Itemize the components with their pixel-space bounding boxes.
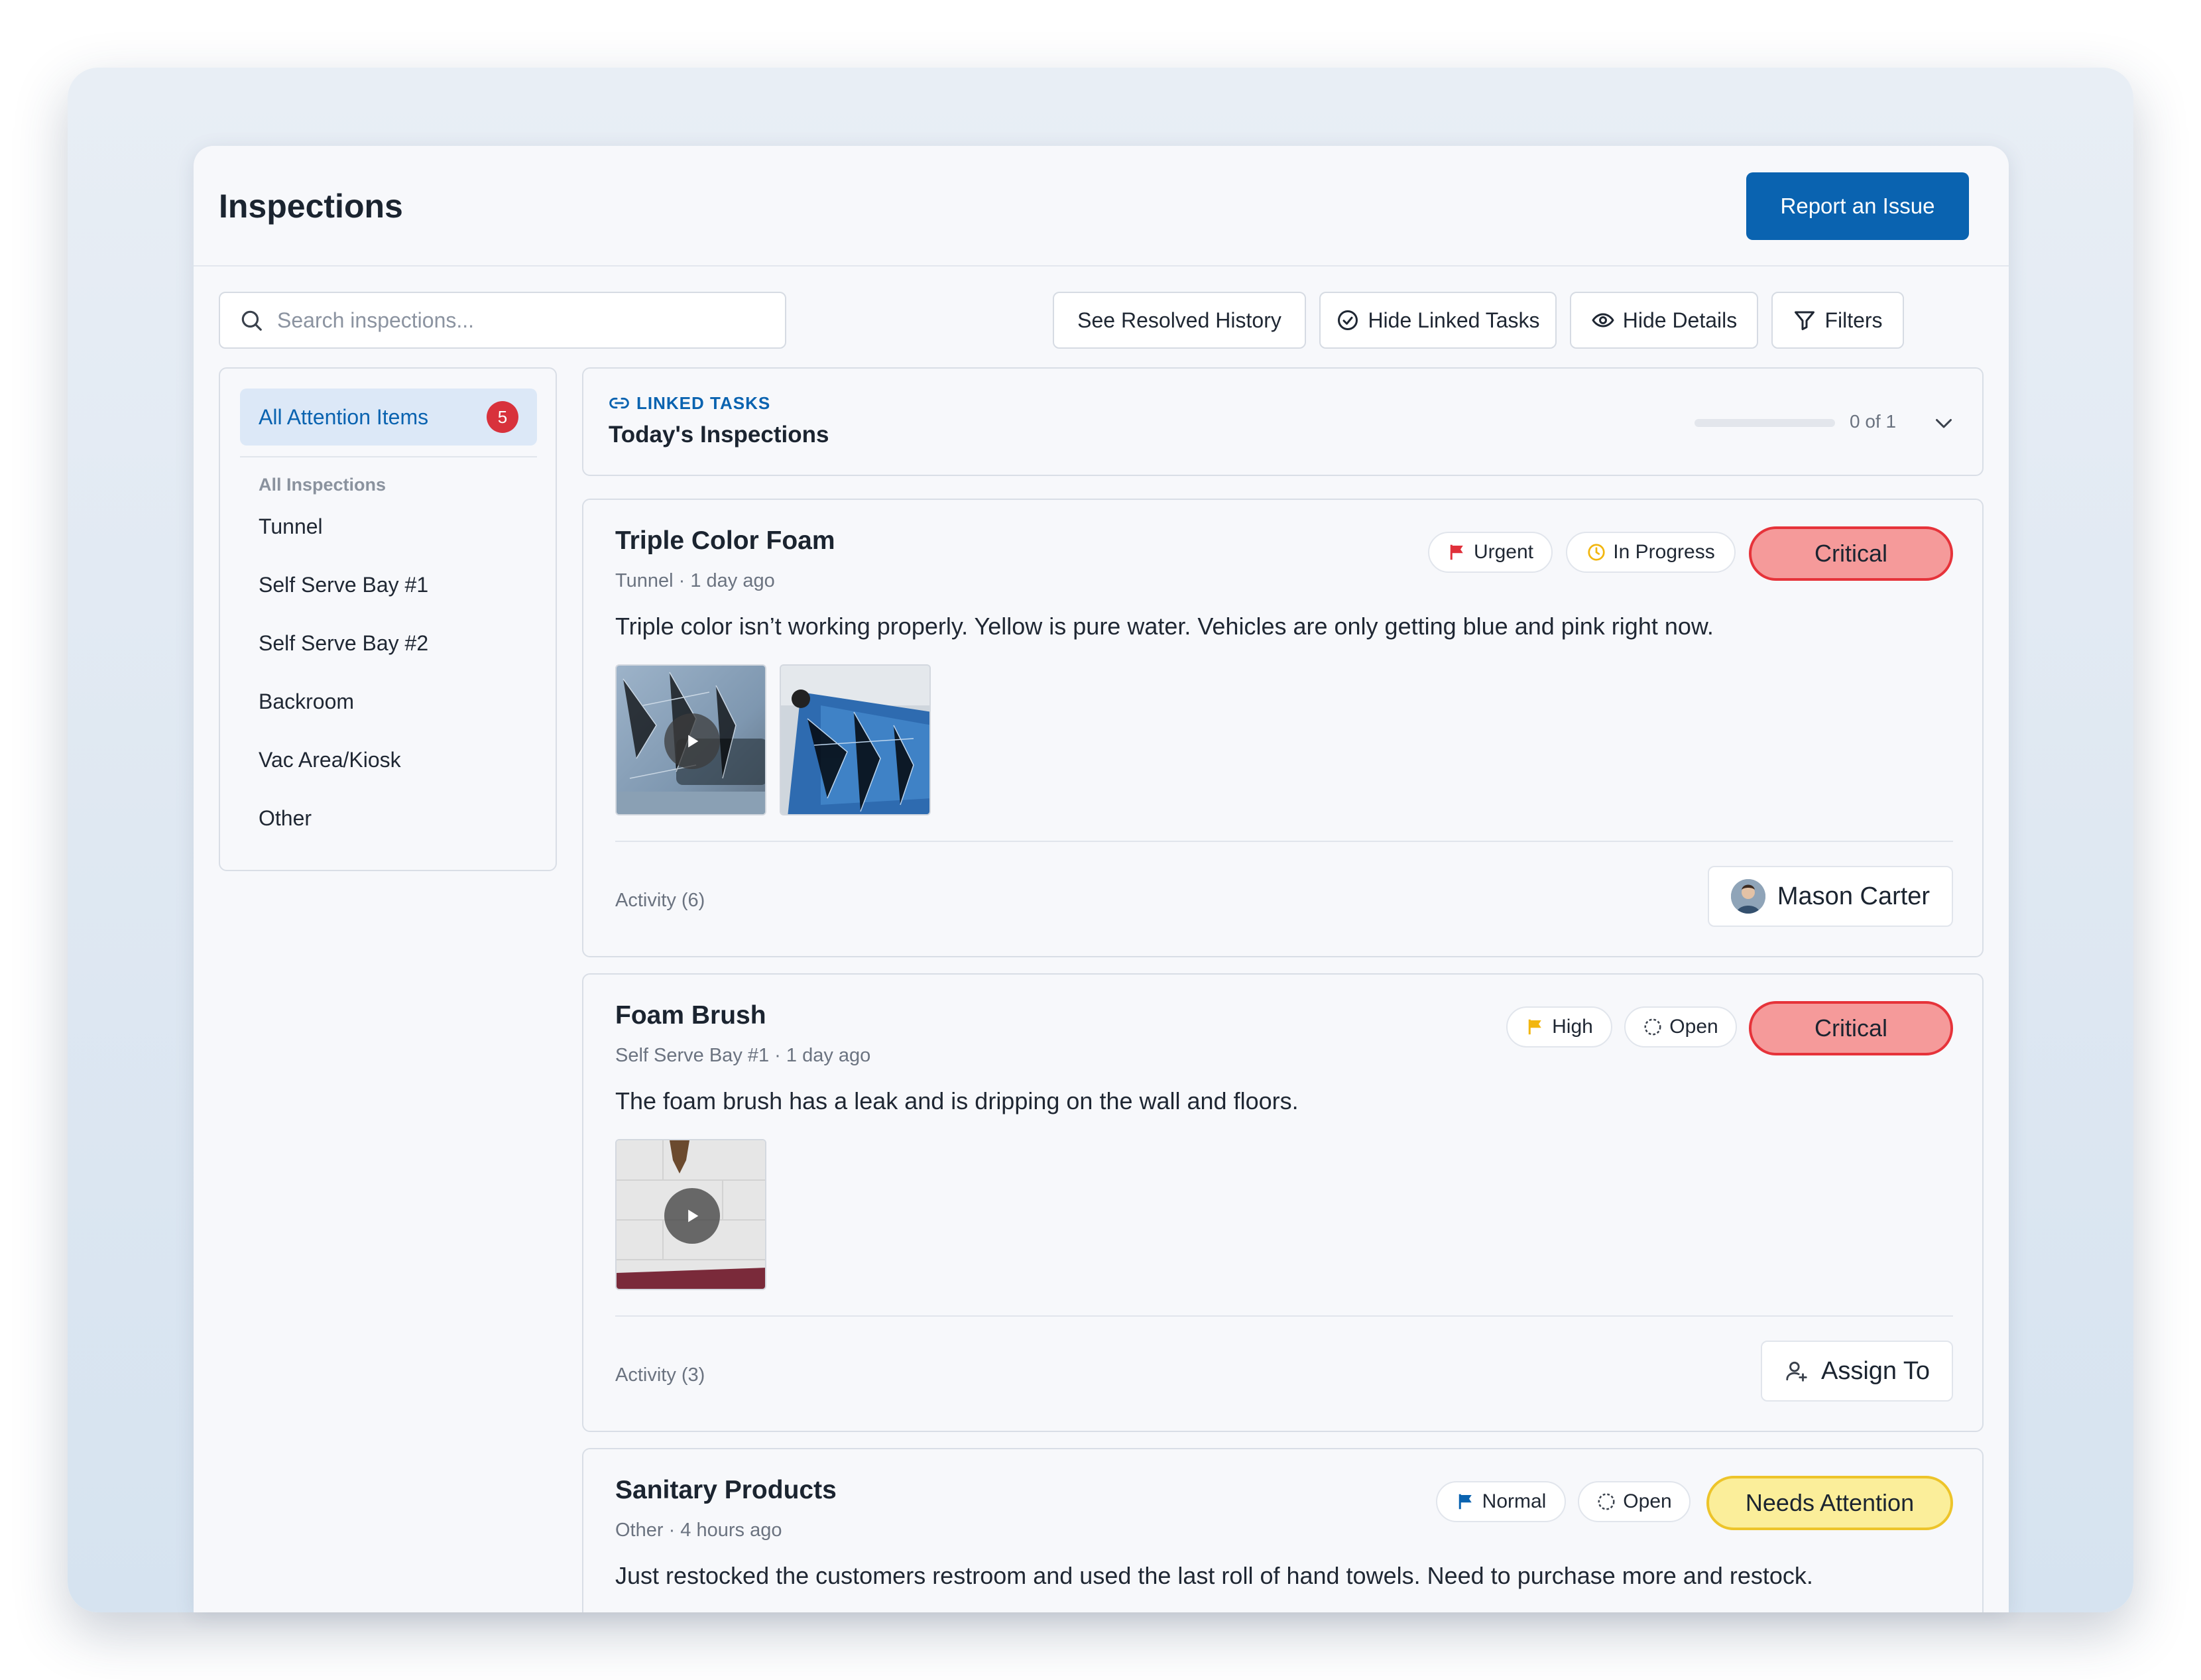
inspection-card[interactable]: Foam Brush Self Serve Bay #1 · 1 day ago… — [582, 973, 1984, 1432]
flag-icon — [1458, 1494, 1472, 1510]
priority-label: Urgent — [1473, 541, 1534, 563]
sidebar-divider — [240, 456, 537, 457]
play-button[interactable] — [664, 713, 720, 769]
severity-badge: Critical — [1749, 526, 1953, 581]
card-title: Triple Color Foam — [615, 526, 835, 555]
app-window: Inspections Report an Issue Search inspe… — [194, 146, 2009, 1612]
state-badge: In Progress — [1566, 532, 1736, 573]
card-description: Triple color isn’t working properly. Yel… — [615, 613, 1714, 640]
chevron-down-icon[interactable] — [1932, 411, 1956, 435]
card-subtitle: Self Serve Bay #1 · 1 day ago — [615, 1045, 871, 1066]
flag-icon — [1450, 544, 1463, 560]
media-thumbnail[interactable] — [780, 664, 931, 815]
search-icon — [241, 310, 262, 331]
card-subtitle: Other · 4 hours ago — [615, 1520, 782, 1541]
media-thumbnail[interactable] — [615, 664, 766, 815]
play-icon — [688, 735, 699, 748]
inspection-card[interactable]: Sanitary Products Other · 4 hours ago Ju… — [582, 1448, 1984, 1612]
filters-button[interactable]: Filters — [1771, 292, 1904, 349]
page-header: Inspections Report an Issue — [194, 146, 2009, 267]
clock-icon — [1588, 544, 1605, 561]
avatar — [1730, 879, 1765, 914]
play-button[interactable] — [664, 1188, 720, 1244]
filter-icon — [1795, 311, 1815, 330]
linked-tasks-panel[interactable]: LINKED TASKS Today's Inspections 0 of 1 — [582, 367, 1984, 476]
severity-badge: Needs Attention — [1706, 1476, 1953, 1530]
eye-icon — [1592, 313, 1614, 328]
card-divider — [615, 1315, 1953, 1317]
priority-badge: Normal — [1436, 1481, 1566, 1522]
activity-link[interactable]: Activity (3) — [615, 1364, 705, 1386]
count-badge: 5 — [487, 401, 518, 433]
sidebar-item-self-serve-bay-1[interactable]: Self Serve Bay #1 — [259, 573, 428, 597]
play-icon — [688, 1209, 699, 1223]
page-title: Inspections — [219, 188, 403, 225]
hide-linked-tasks-button[interactable]: Hide Linked Tasks — [1319, 292, 1557, 349]
card-divider — [615, 841, 1953, 842]
linked-tasks-label-text: LINKED TASKS — [636, 392, 771, 413]
card-title: Sanitary Products — [615, 1476, 837, 1504]
sidebar-item-self-serve-bay-2[interactable]: Self Serve Bay #2 — [259, 631, 428, 656]
search-placeholder: Search inspections... — [277, 308, 475, 332]
assignee-name: Mason Carter — [1777, 882, 1931, 910]
hide-linked-tasks-label: Hide Linked Tasks — [1368, 308, 1540, 332]
linked-tasks-label: LINKED TASKS — [609, 392, 770, 414]
activity-link[interactable]: Activity (6) — [615, 890, 705, 912]
priority-label: High — [1552, 1016, 1593, 1038]
sidebar-item-backroom[interactable]: Backroom — [259, 690, 354, 714]
assign-to-label: Assign To — [1820, 1356, 1931, 1385]
link-icon — [609, 397, 629, 409]
inspection-card[interactable]: Triple Color Foam Tunnel · 1 day ago Tri… — [582, 499, 1984, 957]
search-input[interactable]: Search inspections... — [219, 292, 786, 349]
dashed-circle-icon — [1598, 1493, 1615, 1510]
hide-details-button[interactable]: Hide Details — [1570, 292, 1758, 349]
media-thumbnail[interactable] — [615, 1139, 766, 1290]
card-description: Just restocked the customers restroom an… — [615, 1562, 1813, 1589]
linked-tasks-progress-text: 0 of 1 — [1850, 411, 1897, 432]
sidebar-item-vac-area[interactable]: Vac Area/Kiosk — [259, 748, 401, 772]
check-circle-icon — [1338, 310, 1358, 330]
resolved-history-button[interactable]: See Resolved History — [1053, 292, 1306, 349]
hide-details-label: Hide Details — [1622, 308, 1738, 332]
priority-badge: High — [1506, 1006, 1612, 1048]
card-subtitle: Tunnel · 1 day ago — [615, 570, 775, 591]
severity-badge: Critical — [1749, 1001, 1953, 1055]
priority-badge: Urgent — [1428, 532, 1553, 573]
card-title: Foam Brush — [615, 1001, 766, 1030]
sidebar-item-label: All Attention Items — [259, 404, 429, 429]
sidebar-section-label: All Inspections — [259, 475, 387, 495]
sidebar-item-tunnel[interactable]: Tunnel — [259, 514, 323, 539]
assign-to-button[interactable]: Assign To — [1761, 1341, 1953, 1402]
assignee-button[interactable]: Mason Carter — [1708, 866, 1953, 927]
add-user-icon — [1786, 1361, 1807, 1382]
linked-tasks-progress — [1695, 419, 1835, 427]
report-issue-button[interactable]: Report an Issue — [1746, 172, 1969, 240]
flag-icon — [1528, 1019, 1541, 1035]
state-badge: Open — [1578, 1481, 1691, 1522]
filters-label: Filters — [1824, 308, 1883, 332]
photo-image — [781, 666, 929, 814]
state-label: In Progress — [1613, 541, 1715, 563]
sidebar: All Attention Items 5 All Inspections Tu… — [219, 367, 557, 871]
card-description: The foam brush has a leak and is drippin… — [615, 1087, 1299, 1114]
state-badge: Open — [1624, 1006, 1737, 1048]
sidebar-item-other[interactable]: Other — [259, 806, 312, 831]
priority-label: Normal — [1482, 1490, 1547, 1512]
sidebar-item-all-attention[interactable]: All Attention Items 5 — [240, 389, 537, 446]
linked-tasks-title: Today's Inspections — [609, 422, 829, 448]
resolved-history-label: See Resolved History — [1077, 308, 1281, 332]
dashed-circle-icon — [1644, 1018, 1661, 1036]
state-label: Open — [1669, 1016, 1718, 1038]
state-label: Open — [1623, 1490, 1672, 1512]
